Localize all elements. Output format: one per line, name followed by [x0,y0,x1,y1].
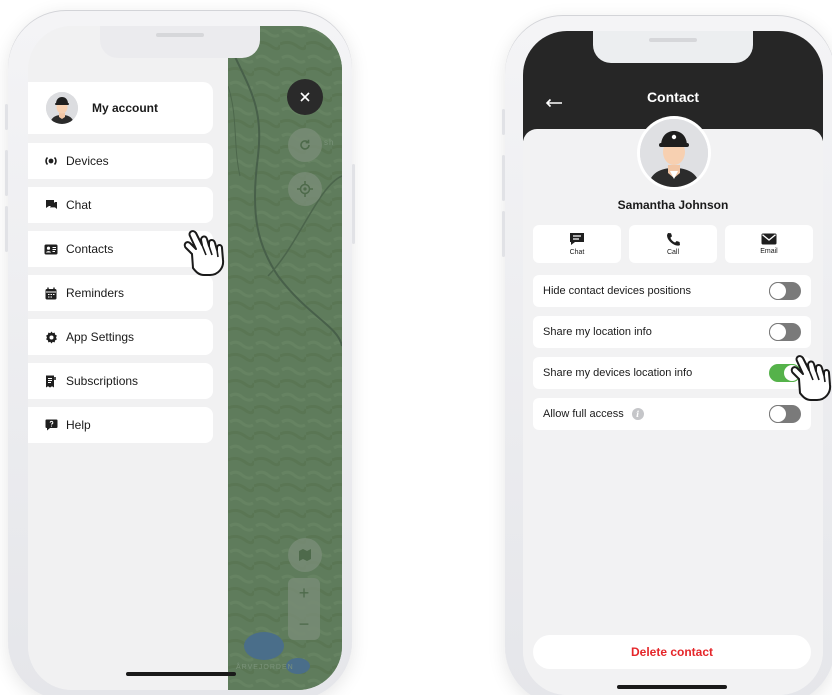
locate-button[interactable] [288,172,322,206]
mute-switch [502,109,505,135]
delete-contact-button[interactable]: Delete contact [533,635,811,669]
menu-item-app-settings[interactable]: App Settings [28,319,213,355]
receipt-icon [44,374,58,388]
full-access-toggle[interactable] [769,405,801,423]
setting-label: Allow full access [543,408,624,420]
email-button-label: Email [760,248,778,255]
volume-down-button [502,211,505,257]
refresh-map-button[interactable] [288,128,322,162]
menu-item-devices[interactable]: Devices [28,143,213,179]
close-icon [300,92,310,102]
menu-item-label: Contacts [66,242,114,256]
setting-hide-contact-devices: Hide contact devices positions [533,275,811,307]
setting-share-my-location: Share my location info [533,316,811,348]
call-button[interactable]: Call [629,225,717,263]
contact-name: Samantha Johnson [617,198,729,212]
map-layers-button[interactable] [288,538,322,572]
setting-label: Share my location info [543,326,652,338]
map-view[interactable]: ÅRVEJORDEN sh [228,26,342,690]
setting-share-devices-location: Share my devices location info [533,357,811,389]
power-button [352,164,355,244]
zoom-controls: + − [288,578,320,640]
volume-down-button [5,206,8,252]
setting-label: Hide contact devices positions [543,285,691,297]
avatar [46,92,78,124]
mute-switch [5,104,8,130]
map-terrain [228,26,342,690]
notch [593,31,753,63]
menu-item-label: Reminders [66,286,125,300]
call-button-label: Call [666,249,680,256]
home-indicator [126,672,236,676]
notch [100,26,260,58]
menu-item-label: Chat [66,198,92,212]
user-avatar-icon [640,119,708,187]
chat-button-label: Chat [569,249,585,256]
tap-hand-icon [790,355,832,401]
menu-item-label: App Settings [66,330,135,344]
hide-positions-toggle[interactable] [769,282,801,300]
home-indicator [617,685,727,689]
gear-icon [44,330,58,344]
email-button[interactable]: Email [725,225,813,263]
calendar-icon [44,286,58,300]
setting-label: Share my devices location info [543,367,693,379]
map-place-label: ÅRVEJORDEN [236,664,294,671]
chat-icon [570,233,584,245]
devices-icon [44,154,58,168]
contact-avatar [637,116,711,190]
envelope-icon [761,233,777,245]
close-menu-button[interactable] [287,79,323,115]
setting-allow-full-access: Allow full access i [533,398,811,430]
right-screen: Contact Samantha Johnson Chat Call Email… [523,31,823,695]
menu-item-chat[interactable]: Chat [28,187,213,223]
chat-button[interactable]: Chat [533,225,621,263]
my-account-item[interactable]: My account [28,82,213,134]
user-avatar-icon [46,92,78,124]
side-drawer: My account Devices Chat Contacts Reminde… [28,26,228,690]
map-icon [299,549,311,561]
page-title: Contact [646,89,700,105]
chat-icon [44,198,58,212]
phone-icon [667,233,680,246]
menu-item-help[interactable]: Help [28,407,213,443]
volume-up-button [502,155,505,201]
refresh-icon [300,139,310,150]
phone-left: ÅRVEJORDEN sh + − My account Devices Cha… [5,10,355,695]
phone-right: Contact Samantha Johnson Chat Call Email… [502,15,832,695]
info-icon[interactable]: i [631,408,644,420]
volume-up-button [5,150,8,196]
menu-item-subscriptions[interactable]: Subscriptions [28,363,213,399]
tap-hand-icon [183,230,225,276]
zoom-out-button[interactable]: − [288,609,320,640]
menu-item-label: Subscriptions [66,374,139,388]
zoom-in-button[interactable]: + [288,578,320,609]
help-icon [44,418,58,432]
map-edge-label: sh [324,138,335,147]
contacts-icon [44,242,58,256]
my-account-label: My account [92,101,159,115]
crosshair-icon [297,181,313,197]
share-location-toggle[interactable] [769,323,801,341]
menu-item-label: Devices [66,154,109,168]
menu-item-reminders[interactable]: Reminders [28,275,213,311]
left-screen: ÅRVEJORDEN sh + − My account Devices Cha… [28,26,342,690]
menu-item-label: Help [66,418,91,432]
